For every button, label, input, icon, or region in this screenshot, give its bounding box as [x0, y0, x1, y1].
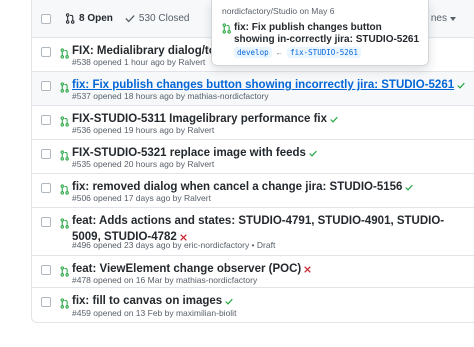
pull-request-row[interactable]: FIX-STUDIO-5311 Imagelibrary performance… [32, 106, 474, 140]
git-pull-request-icon [65, 13, 75, 24]
caret-down-icon [450, 16, 456, 21]
row-checkbox[interactable] [41, 149, 51, 159]
pull-request-title-text: feat: ViewElement change observer (POC) [72, 263, 302, 275]
open-filter[interactable]: 8 Open [65, 13, 113, 24]
git-pull-request-icon [60, 182, 69, 200]
git-pull-request-icon [60, 114, 69, 132]
pull-request-title-text: FIX-STUDIO-5311 Imagelibrary performance… [72, 113, 328, 125]
sort-label: nes [430, 13, 447, 24]
pull-request-row[interactable]: FIX-STUDIO-5321 replace image with feeds… [32, 140, 474, 174]
git-pull-request-icon [60, 296, 69, 314]
sort-dropdown[interactable]: nes [431, 13, 456, 24]
row-checkbox[interactable] [41, 183, 51, 193]
git-pull-request-icon [60, 80, 69, 98]
pull-request-meta: #535 opened 20 hours ago by Ralvert [72, 159, 215, 169]
pull-request-meta: #496 opened 23 days ago by eric-nordicfa… [72, 240, 276, 250]
closed-filter[interactable]: 530 Closed [125, 13, 190, 24]
git-pull-request-icon [60, 216, 69, 234]
pull-request-row[interactable]: feat: ViewElement change observer (POC) #… [32, 256, 474, 288]
pull-request-row[interactable]: feat: Adds actions and states: STUDIO-47… [32, 208, 474, 256]
pull-request-row[interactable]: fix: Fix publish changes button showing … [32, 72, 474, 106]
open-count: 8 Open [79, 13, 113, 24]
check-icon [125, 15, 135, 23]
pull-request-meta: #537 opened 18 hours ago by mathias-nord… [72, 91, 269, 101]
pull-request-meta: #478 opened on 16 Mar by mathias-nordicf… [72, 275, 258, 285]
git-pull-request-icon [60, 46, 69, 64]
pull-request-title-text: fix: fill to canvas on images [72, 295, 223, 307]
pull-request-title-text: fix: Fix publish changes button showing … [72, 79, 455, 91]
pull-request-meta: #506 opened 17 days ago by Ralvert [72, 193, 211, 203]
row-checkbox[interactable] [41, 297, 51, 307]
hovercard-repo: nordicfactory/Studio on May 6 [222, 6, 335, 16]
row-checkbox[interactable] [41, 217, 51, 227]
pull-request-meta: #459 opened on 13 Feb by maximilian-biol… [72, 308, 237, 318]
arrow-left-icon: ← [275, 48, 284, 57]
row-checkbox[interactable] [41, 265, 51, 275]
pull-request-meta: #536 opened 19 hours ago by Ralvert [72, 125, 215, 135]
check-icon[interactable] [309, 146, 317, 162]
pull-request-title-text: fix: removed dialog when cancel a change… [72, 181, 403, 193]
x-icon[interactable] [304, 262, 311, 278]
select-all-checkbox[interactable] [41, 13, 51, 24]
git-pull-request-icon [222, 23, 231, 34]
git-pull-request-icon [60, 148, 69, 166]
check-icon[interactable] [330, 112, 338, 128]
hovercard-branches: develop ← fix-STUDIO-5261 [234, 47, 361, 58]
base-branch[interactable]: develop [234, 47, 272, 58]
row-checkbox[interactable] [41, 47, 51, 57]
closed-count: 530 Closed [138, 13, 190, 24]
pull-request-title-text: feat: Adds actions and states: STUDIO-47… [72, 215, 445, 243]
hovercard: nordicfactory/Studio on May 6 fix: Fix p… [211, 0, 429, 66]
head-branch[interactable]: fix-STUDIO-5261 [287, 47, 361, 58]
row-checkbox[interactable] [41, 115, 51, 125]
row-checkbox[interactable] [41, 81, 51, 91]
git-pull-request-icon [60, 264, 69, 282]
pull-request-title-text: FIX-STUDIO-5321 replace image with feeds [72, 147, 306, 159]
pull-request-row[interactable]: fix: removed dialog when cancel a change… [32, 174, 474, 208]
pull-request-row[interactable]: fix: fill to canvas on images #459 opened… [32, 288, 474, 322]
check-icon[interactable] [457, 78, 465, 94]
check-icon[interactable] [405, 180, 414, 196]
hovercard-title-text: fix: Fix publish changes button showing … [234, 22, 420, 45]
pull-request-meta: #538 opened 1 hour ago by Ralvert [72, 57, 206, 67]
state-filters: 8 Open 530 Closed [65, 13, 202, 24]
